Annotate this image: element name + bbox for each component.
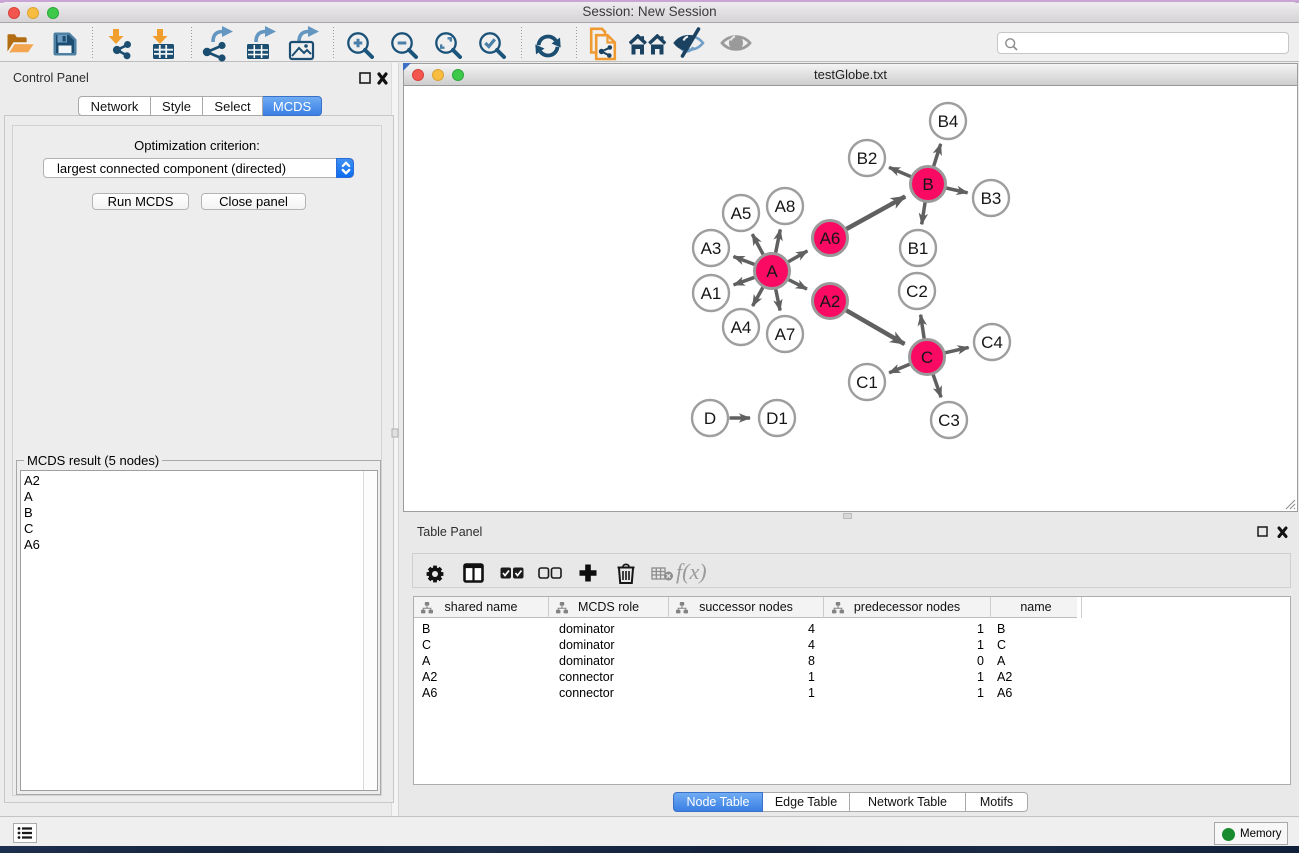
svg-text:C2: C2 xyxy=(906,282,928,301)
svg-text:B2: B2 xyxy=(857,149,878,168)
svg-text:A5: A5 xyxy=(731,204,752,223)
svg-text:A7: A7 xyxy=(775,325,796,344)
svg-text:C3: C3 xyxy=(938,411,960,430)
svg-text:A4: A4 xyxy=(731,318,752,337)
svg-text:C: C xyxy=(921,348,933,367)
svg-text:A6: A6 xyxy=(820,229,841,248)
svg-text:A: A xyxy=(766,262,778,281)
svg-text:D: D xyxy=(704,409,716,428)
svg-text:B3: B3 xyxy=(981,189,1002,208)
svg-text:B4: B4 xyxy=(938,112,959,131)
svg-text:B: B xyxy=(922,175,933,194)
svg-text:B1: B1 xyxy=(908,239,929,258)
svg-text:C4: C4 xyxy=(981,333,1003,352)
svg-text:A8: A8 xyxy=(775,197,796,216)
svg-text:A3: A3 xyxy=(701,239,722,258)
svg-text:A1: A1 xyxy=(701,284,722,303)
svg-text:D1: D1 xyxy=(766,409,788,428)
svg-text:C1: C1 xyxy=(856,373,878,392)
svg-text:A2: A2 xyxy=(820,292,841,311)
